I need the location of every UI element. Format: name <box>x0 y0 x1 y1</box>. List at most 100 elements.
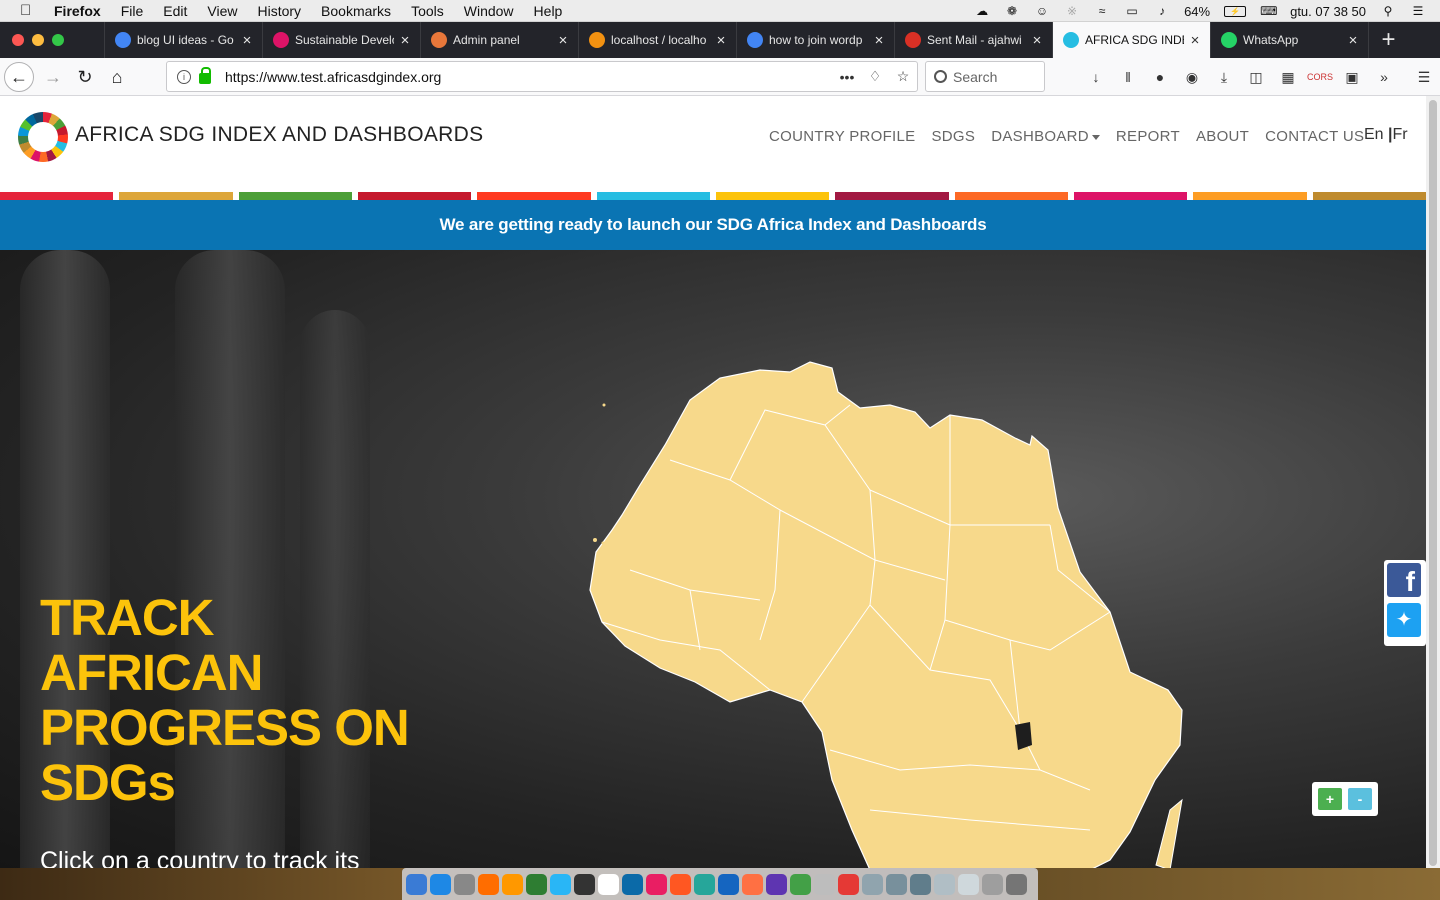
dock-app-icon[interactable] <box>814 873 835 895</box>
dock-app-icon[interactable] <box>526 873 547 895</box>
dock-app-icon[interactable] <box>766 873 787 895</box>
new-tab-button[interactable]: + <box>1368 22 1408 58</box>
nav-about[interactable]: ABOUT <box>1196 128 1249 145</box>
close-tab-icon[interactable]: × <box>556 32 570 49</box>
pocket-icon[interactable]: ♢ <box>861 68 889 85</box>
download-extension-icon[interactable]: ⤓ <box>1208 62 1240 92</box>
nav-dashboard[interactable]: DASHBOARD <box>991 128 1100 145</box>
dock-app-icon[interactable] <box>598 873 619 895</box>
dock-app-icon[interactable] <box>838 873 859 895</box>
lang-en[interactable]: En <box>1364 126 1384 143</box>
extension-grid-icon[interactable]: ▦ <box>1272 62 1304 92</box>
close-tab-icon[interactable]: × <box>240 32 254 49</box>
dock-app-icon[interactable] <box>406 873 427 895</box>
dock-app-icon[interactable] <box>670 873 691 895</box>
browser-tab[interactable]: Sent Mail - ajahwi × <box>894 22 1052 58</box>
downloads-icon[interactable]: ↓ <box>1080 62 1112 92</box>
dock-app-icon[interactable] <box>694 873 715 895</box>
page-actions-icon[interactable]: ••• <box>833 69 861 85</box>
browser-tab[interactable]: localhost / localho × <box>578 22 736 58</box>
app-status-icon[interactable]: ❁ <box>1004 4 1020 18</box>
africa-mainland[interactable] <box>589 361 1183 868</box>
menu-app-name[interactable]: Firefox <box>54 3 101 19</box>
nav-sdgs[interactable]: SDGS <box>931 128 975 145</box>
keyboard-icon[interactable]: ⌨ <box>1260 4 1277 18</box>
dock-app-icon[interactable] <box>718 873 739 895</box>
menu-file[interactable]: File <box>121 3 144 19</box>
zoom-in-button[interactable]: + <box>1318 788 1342 810</box>
overflow-chevron-icon[interactable]: » <box>1368 62 1400 92</box>
dock-app-icon[interactable] <box>478 873 499 895</box>
dock-app-icon[interactable] <box>430 873 451 895</box>
dock-app-icon[interactable] <box>1006 873 1027 895</box>
apple-menu-icon[interactable]:  <box>20 2 38 19</box>
screen-extension-icon[interactable]: ▣ <box>1336 62 1368 92</box>
zoom-window-button[interactable] <box>52 34 64 46</box>
accessibility-icon[interactable]: ☺ <box>1034 4 1050 18</box>
url-text[interactable]: https://www.test.africasdgindex.org <box>225 69 833 85</box>
airplay-icon[interactable]: ▭ <box>1124 4 1140 18</box>
clock[interactable]: gtu. 07 38 50 <box>1290 4 1366 19</box>
bookmark-star-icon[interactable]: ☆ <box>889 68 917 85</box>
dock-app-icon[interactable] <box>934 873 955 895</box>
dock-app-icon[interactable] <box>574 873 595 895</box>
menu-help[interactable]: Help <box>534 3 563 19</box>
minimize-window-button[interactable] <box>32 34 44 46</box>
wifi-icon[interactable]: ≈ <box>1094 4 1110 18</box>
browser-tab[interactable]: how to join wordp × <box>736 22 894 58</box>
browser-tab[interactable]: Admin panel × <box>420 22 578 58</box>
facebook-icon[interactable]: f <box>1387 563 1421 597</box>
hamburger-menu-icon[interactable]: ☰ <box>1408 62 1440 92</box>
dock-app-icon[interactable] <box>550 873 571 895</box>
menu-tools[interactable]: Tools <box>411 3 444 19</box>
site-brand[interactable]: AFRICA SDG INDEX AND DASHBOARDS <box>75 123 483 147</box>
close-tab-icon[interactable]: × <box>872 32 886 49</box>
dock-app-icon[interactable] <box>886 873 907 895</box>
close-tab-icon[interactable]: × <box>1030 32 1044 49</box>
dock-app-icon[interactable] <box>958 873 979 895</box>
dock-app-icon[interactable] <box>502 873 523 895</box>
sdg-wheel-logo[interactable] <box>18 112 68 162</box>
notification-center-icon[interactable]: ☰ <box>1410 4 1426 18</box>
sidebar-icon[interactable]: ◫ <box>1240 62 1272 92</box>
dock-app-icon[interactable] <box>622 873 643 895</box>
browser-tab[interactable]: blog UI ideas - Go × <box>104 22 262 58</box>
close-tab-icon[interactable]: × <box>1188 32 1202 49</box>
browser-tab[interactable]: WhatsApp × <box>1210 22 1368 58</box>
menu-view[interactable]: View <box>207 3 237 19</box>
cors-extension-icon[interactable]: CORS <box>1304 62 1336 92</box>
cape-verde[interactable] <box>601 541 605 545</box>
dock-app-icon[interactable] <box>454 873 475 895</box>
url-bar[interactable]: i https://www.test.africasdgindex.org ••… <box>166 61 918 92</box>
dock-app-icon[interactable] <box>790 873 811 895</box>
home-button[interactable]: ⌂ <box>102 62 132 92</box>
close-tab-icon[interactable]: × <box>398 32 412 49</box>
africa-map[interactable] <box>570 350 1210 868</box>
dock-app-icon[interactable] <box>982 873 1003 895</box>
twitter-icon[interactable]: ✦ <box>1387 603 1421 637</box>
cape-verde[interactable] <box>593 538 597 542</box>
bluetooth-icon[interactable]: ※ <box>1064 4 1080 18</box>
site-info-icon[interactable]: i <box>177 69 191 84</box>
dock-app-icon[interactable] <box>910 873 931 895</box>
menu-bookmarks[interactable]: Bookmarks <box>321 3 391 19</box>
page-scrollbar[interactable] <box>1426 96 1440 868</box>
close-tab-icon[interactable]: × <box>714 32 728 49</box>
close-tab-icon[interactable]: × <box>1346 32 1360 49</box>
forward-button[interactable]: → <box>38 62 68 92</box>
dock-app-icon[interactable] <box>742 873 763 895</box>
island[interactable] <box>602 403 606 407</box>
menu-history[interactable]: History <box>257 3 301 19</box>
close-window-button[interactable] <box>12 34 24 46</box>
sync-icon[interactable]: ● <box>1144 62 1176 92</box>
madagascar[interactable] <box>1155 798 1183 868</box>
spotlight-icon[interactable]: ⚲ <box>1380 4 1396 18</box>
library-icon[interactable]: ‖ <box>1112 62 1144 92</box>
lock-icon[interactable] <box>199 67 211 84</box>
browser-tab[interactable]: AFRICA SDG INDE × <box>1052 22 1210 58</box>
nav-country-profile[interactable]: COUNTRY PROFILE <box>769 128 915 145</box>
nav-report[interactable]: REPORT <box>1116 128 1180 145</box>
lang-fr[interactable]: Fr <box>1393 126 1408 143</box>
back-button[interactable]: ← <box>4 62 34 92</box>
menu-window[interactable]: Window <box>464 3 514 19</box>
